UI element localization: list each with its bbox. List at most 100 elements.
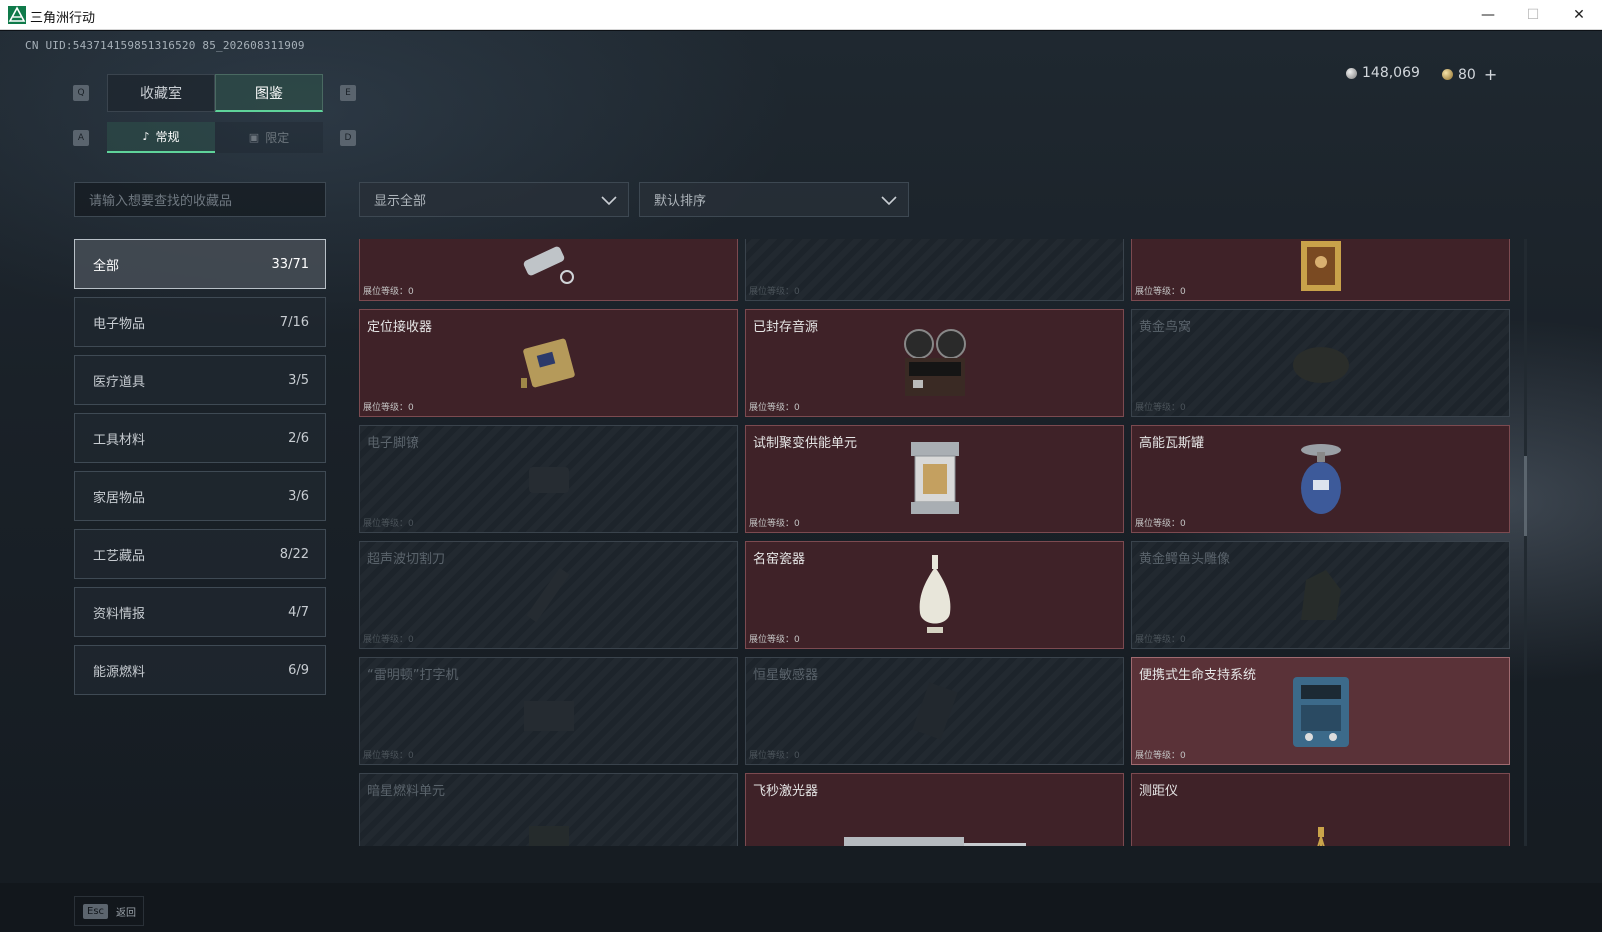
tab-limited[interactable]: ▣ 限定: [215, 122, 323, 153]
minimize-button[interactable]: —: [1465, 0, 1511, 30]
fusion-cell-icon: [910, 442, 959, 514]
category-count: 8/22: [279, 546, 309, 562]
tab-regular[interactable]: ♪ 常规: [107, 122, 215, 153]
item-level: 展位等级：0: [1135, 635, 1186, 645]
tab-collection-room[interactable]: 收藏室: [107, 74, 215, 112]
close-button[interactable]: ✕: [1556, 0, 1602, 30]
item-card[interactable]: 飞秒激光器: [745, 773, 1124, 846]
item-card[interactable]: 超声波切割刀 展位等级：0: [359, 541, 738, 649]
category-all[interactable]: 全部 33/71: [74, 239, 326, 289]
scrollbar-thumb[interactable]: [1524, 456, 1527, 536]
item-name: “雷明顿”打字机: [367, 668, 459, 683]
item-name: 已封存音源: [753, 320, 819, 335]
category-count: 2/6: [288, 430, 309, 446]
fuel-cell-icon: [528, 825, 569, 846]
silver-amount: 148,069: [1362, 65, 1420, 81]
category-crafts[interactable]: 工艺藏品 8/22: [74, 529, 326, 579]
add-currency-button[interactable]: +: [1484, 65, 1497, 84]
item-name: 便携式生命支持系统: [1139, 668, 1257, 683]
back-button[interactable]: Esc 返回: [74, 896, 144, 926]
title-bar: 三角洲行动 — ☐ ✕: [0, 0, 1602, 30]
q-key-hint: Q: [73, 85, 89, 101]
item-name: 试制聚变供能单元: [753, 436, 858, 451]
item-card[interactable]: 展位等级：0: [745, 239, 1124, 301]
item-card[interactable]: 电子脚镣 展位等级：0: [359, 425, 738, 533]
sort-dropdown-value: 默认排序: [654, 194, 707, 209]
category-count: 7/16: [279, 314, 309, 330]
golden-nest-icon: [1292, 347, 1349, 383]
star-sensor-icon: [911, 682, 958, 740]
item-card[interactable]: 展位等级：0: [359, 239, 738, 301]
category-count: 3/6: [288, 488, 309, 504]
gold-currency: 80 +: [1442, 65, 1497, 84]
gold-coin-icon: [1442, 69, 1453, 80]
tab-catalog[interactable]: 图鉴: [215, 74, 323, 112]
category-medical[interactable]: 医疗道具 3/5: [74, 355, 326, 405]
category-label: 工艺藏品: [93, 548, 146, 564]
item-card[interactable]: 黄金鳄鱼头雕像 展位等级：0: [1131, 541, 1510, 649]
sort-dropdown[interactable]: 默认排序: [639, 182, 909, 217]
reel-recorder-icon: [903, 329, 966, 396]
life-support-icon: [1292, 677, 1349, 747]
item-card[interactable]: 展位等级：0: [1131, 239, 1510, 301]
item-card[interactable]: 测距仪: [1131, 773, 1510, 846]
scrollbar-track[interactable]: [1524, 239, 1527, 846]
item-card[interactable]: 名窑瓷器 展位等级：0: [745, 541, 1124, 649]
category-energy[interactable]: 能源燃料 6/9: [74, 645, 326, 695]
app-window: 三角洲行动 — ☐ ✕ CN UID:543714159851316520 85…: [0, 0, 1602, 932]
laser-icon: [843, 837, 1026, 846]
a-key-hint: A: [73, 130, 89, 146]
painting-icon: [1300, 241, 1341, 292]
maximize-button[interactable]: ☐: [1510, 0, 1556, 30]
item-card[interactable]: 试制聚变供能单元 展位等级：0: [745, 425, 1124, 533]
category-tools[interactable]: 工具材料 2/6: [74, 413, 326, 463]
filter-dropdown-value: 显示全部: [374, 194, 427, 209]
porcelain-vase-icon: [919, 555, 950, 633]
item-level: 展位等级：0: [749, 635, 800, 645]
esc-key-hint: Esc: [83, 903, 109, 919]
category-label: 能源燃料: [93, 664, 146, 680]
category-intel[interactable]: 资料情报 4/7: [74, 587, 326, 637]
item-level: 展位等级：0: [363, 519, 414, 529]
item-name: 名窑瓷器: [753, 552, 806, 567]
category-label: 全部: [93, 258, 120, 274]
item-level: 展位等级：0: [363, 635, 414, 645]
item-card[interactable]: 黄金鸟窝 展位等级：0: [1131, 309, 1510, 417]
category-count: 6/9: [288, 662, 309, 678]
search-input[interactable]: 请输入想要查找的收藏品: [74, 182, 326, 217]
item-level: 展位等级：0: [749, 287, 800, 297]
golden-statue-icon: [1300, 570, 1341, 620]
item-level: 展位等级：0: [749, 751, 800, 761]
item-name: 黄金鳄鱼头雕像: [1139, 552, 1231, 567]
item-card[interactable]: “雷明顿”打字机 展位等级：0: [359, 657, 738, 765]
item-card[interactable]: 定位接收器 展位等级：0: [359, 309, 738, 417]
bottom-bar: [0, 883, 1602, 932]
category-count: 3/5: [288, 372, 309, 388]
gold-amount: 80: [1458, 66, 1476, 83]
item-card[interactable]: 暗星燃料单元: [359, 773, 738, 846]
filter-dropdown[interactable]: 显示全部: [359, 182, 629, 217]
back-label: 返回: [116, 907, 137, 919]
item-grid: 展位等级：0 展位等级：0 展位等级：0 定位接收器 展位等级：0 已封存音源 …: [359, 239, 1516, 846]
item-name: 定位接收器: [367, 320, 433, 335]
item-card[interactable]: 便携式生命支持系统 展位等级：0: [1131, 657, 1510, 765]
chevron-down-icon: [601, 196, 617, 206]
category-label: 工具材料: [93, 432, 146, 448]
item-card[interactable]: 高能瓦斯罐 展位等级：0: [1131, 425, 1510, 533]
category-label: 电子物品: [93, 316, 146, 332]
item-card[interactable]: 已封存音源 展位等级：0: [745, 309, 1124, 417]
item-name: 飞秒激光器: [753, 784, 819, 799]
uid-label: CN UID:543714159851316520 85_20260831190…: [25, 39, 305, 52]
item-level: 展位等级：0: [363, 287, 414, 297]
category-household[interactable]: 家居物品 3/6: [74, 471, 326, 521]
item-card[interactable]: 恒星敏感器 展位等级：0: [745, 657, 1124, 765]
item-level: 展位等级：0: [749, 403, 800, 413]
category-label: 医疗道具: [93, 374, 146, 390]
item-name: 黄金鸟窝: [1139, 320, 1192, 335]
category-electronics[interactable]: 电子物品 7/16: [74, 297, 326, 347]
silver-coin-icon: [1346, 67, 1357, 79]
regular-icon: ♪: [142, 130, 150, 143]
item-level: 展位等级：0: [1135, 287, 1186, 297]
item-name: 电子脚镣: [367, 436, 420, 451]
ultrasonic-cutter-icon: [525, 567, 570, 623]
